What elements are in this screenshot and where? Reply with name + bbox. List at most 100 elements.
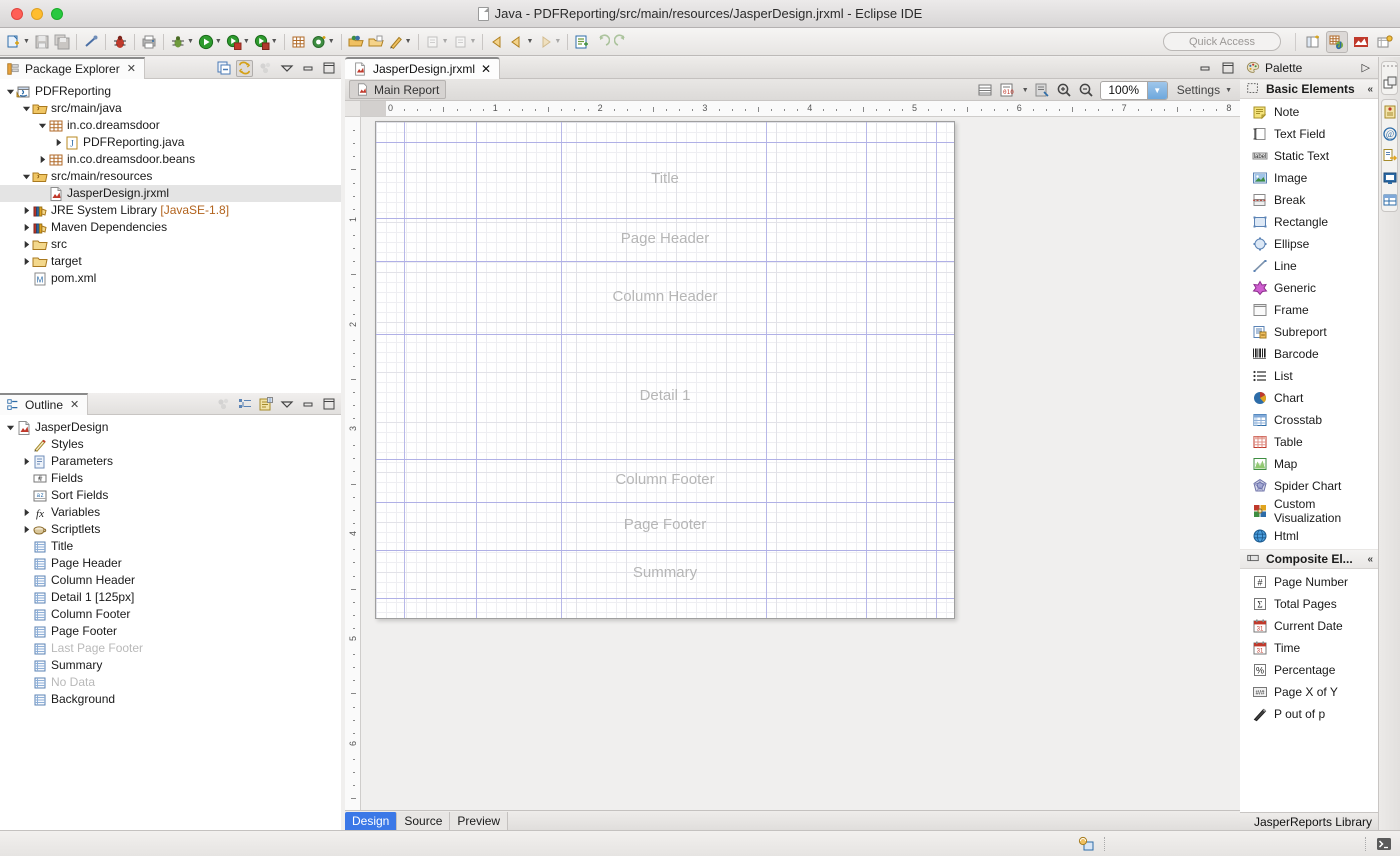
window-controls[interactable]: [0, 7, 63, 20]
focus-on-active-task-button[interactable]: [215, 396, 232, 413]
link-button[interactable]: [81, 31, 101, 53]
open-perspective-button[interactable]: [1302, 31, 1324, 53]
palette-item-html[interactable]: Html: [1240, 525, 1378, 547]
package-explorer-row[interactable]: in.co.dreamsdoor.beans: [0, 151, 341, 168]
outline-row[interactable]: JasperDesign: [0, 419, 341, 436]
package-explorer-row[interactable]: Maven Dependencies: [0, 219, 341, 236]
palette-content[interactable]: Basic Elements « Note Text Field label Static…: [1240, 79, 1378, 812]
show-grid-button[interactable]: 010: [999, 82, 1016, 99]
band-separator-page-header[interactable]: [376, 218, 954, 219]
minimize-button[interactable]: [299, 396, 316, 413]
debug-button[interactable]: ▼: [168, 31, 196, 53]
new-java-package-button[interactable]: [289, 31, 309, 53]
zoom-level-combo[interactable]: 100% ▼: [1099, 80, 1168, 100]
perspective-java-button[interactable]: [1326, 30, 1348, 53]
profile-button[interactable]: ▼: [252, 31, 280, 53]
palette-item-percentage[interactable]: % Percentage: [1240, 659, 1378, 681]
zoom-out-button[interactable]: [1078, 82, 1095, 99]
annotations-view-button[interactable]: @: [1381, 125, 1398, 142]
sort-button[interactable]: [236, 396, 253, 413]
run-button[interactable]: ▼: [196, 31, 224, 53]
chevron-down-icon[interactable]: ▼: [554, 38, 561, 45]
export-view-button[interactable]: [1381, 147, 1398, 164]
chevron-down-icon[interactable]: ▼: [23, 38, 30, 45]
next-annotation-button[interactable]: ▼: [423, 31, 451, 53]
save-button[interactable]: [32, 31, 52, 53]
last-edit-location-button[interactable]: [487, 31, 507, 53]
chevron-down-icon[interactable]: ▼: [328, 38, 335, 45]
palette-item-spider-chart[interactable]: Spider Chart: [1240, 475, 1378, 497]
palette-item-time[interactable]: 31 Time: [1240, 637, 1378, 659]
band-separator-detail-1[interactable]: [376, 334, 954, 335]
close-icon[interactable]: ✕: [127, 62, 136, 75]
palette-item-page-number[interactable]: # Page Number: [1240, 571, 1378, 593]
outline-row[interactable]: Column Header: [0, 572, 341, 589]
twisty-right-icon[interactable]: [20, 239, 32, 251]
main-report-button[interactable]: Main Report: [349, 80, 447, 99]
link-with-editor-button[interactable]: [236, 59, 253, 77]
outline-row[interactable]: Scriptlets: [0, 521, 341, 538]
editor-tab-source[interactable]: Source: [397, 812, 451, 830]
twisty-down-icon[interactable]: [20, 171, 32, 183]
outline-row[interactable]: Last Page Footer: [0, 640, 341, 657]
tab-jasperdesign-jrxml[interactable]: JasperDesign.jrxml ✕: [345, 56, 501, 79]
quick-access-input[interactable]: Quick Access: [1163, 32, 1281, 51]
save-all-button[interactable]: [52, 31, 72, 53]
outline-row[interactable]: No Data: [0, 674, 341, 691]
twisty-right-icon[interactable]: [36, 154, 48, 166]
twisty-right-icon[interactable]: [20, 456, 32, 468]
servers-view-button[interactable]: [1381, 103, 1398, 120]
editor-tab-design[interactable]: Design: [345, 812, 398, 830]
palette-item-current-date[interactable]: 31 Current Date: [1240, 615, 1378, 637]
palette-item-text-field[interactable]: Text Field: [1240, 123, 1378, 145]
twisty-down-icon[interactable]: [4, 86, 16, 98]
report-page[interactable]: Title Page Header Column Header Detail 1 Col…: [375, 121, 955, 619]
twisty-right-icon[interactable]: [52, 137, 64, 149]
perspective-report-design-button[interactable]: [1350, 31, 1372, 53]
settings-menu-button[interactable]: Settings ▼: [1173, 83, 1236, 97]
package-explorer-row[interactable]: src/main/resources: [0, 168, 341, 185]
close-window-button[interactable]: [11, 7, 23, 20]
palette-item-map[interactable]: Map: [1240, 453, 1378, 475]
design-surface[interactable]: 0123456789101112 0123456789 TitlePage He…: [345, 101, 1240, 810]
package-explorer-row[interactable]: JasperDesign.jrxml: [0, 185, 341, 202]
forward-button[interactable]: ▼: [535, 31, 563, 53]
palette-item-p-out-of-p[interactable]: P out of p: [1240, 703, 1378, 725]
chevron-down-icon[interactable]: ▼: [271, 38, 278, 45]
tab-package-explorer[interactable]: Package Explorer ✕: [0, 56, 145, 79]
chevron-down-icon[interactable]: ▼: [1225, 87, 1232, 94]
palette-item-generic[interactable]: Generic: [1240, 277, 1378, 299]
collapse-all-button[interactable]: [215, 60, 232, 77]
maximize-button[interactable]: [320, 396, 337, 413]
undo-button[interactable]: [592, 31, 612, 53]
package-explorer-row[interactable]: Mpom.xml: [0, 270, 341, 287]
search-button[interactable]: ▼: [386, 31, 414, 53]
chevron-down-icon[interactable]: ▼: [526, 38, 533, 45]
perspective-javaee-button[interactable]: [1374, 31, 1396, 53]
debug-bug-button[interactable]: [110, 31, 130, 53]
open-type-button[interactable]: [346, 31, 366, 53]
chevron-down-icon[interactable]: ▼: [405, 38, 412, 45]
palette-group-basic-elements[interactable]: Basic Elements «: [1240, 79, 1378, 99]
package-explorer-row[interactable]: src: [0, 236, 341, 253]
palette-item-barcode[interactable]: Barcode: [1240, 343, 1378, 365]
palette-item-subreport[interactable]: Subreport: [1240, 321, 1378, 343]
twisty-right-icon[interactable]: [20, 524, 32, 536]
twisty-right-icon[interactable]: [20, 507, 32, 519]
palette-item-custom-visualization[interactable]: Custom Visualization: [1240, 497, 1378, 525]
package-explorer-row[interactable]: src/main/java: [0, 100, 341, 117]
palette-item-static-text[interactable]: label Static Text: [1240, 145, 1378, 167]
outline-row[interactable]: Styles: [0, 436, 341, 453]
palette-item-chart[interactable]: Chart: [1240, 387, 1378, 409]
package-explorer-row[interactable]: JRE System Library [JavaSE-1.8]: [0, 202, 341, 219]
package-explorer-row[interactable]: in.co.dreamsdoor: [0, 117, 341, 134]
band-separator-summary[interactable]: [376, 550, 954, 551]
design-canvas[interactable]: Title Page Header Column Header Detail 1 Col…: [361, 117, 1240, 810]
console-view-button[interactable]: [1381, 169, 1398, 186]
band-separator-column-header[interactable]: [376, 261, 954, 262]
collapse-icon[interactable]: «: [1367, 554, 1372, 565]
palette-item-page-x-of-y[interactable]: #/# Page X of Y: [1240, 681, 1378, 703]
minimize-button[interactable]: [1196, 60, 1213, 77]
twisty-down-icon[interactable]: [4, 422, 16, 434]
redo-button[interactable]: [612, 31, 632, 53]
